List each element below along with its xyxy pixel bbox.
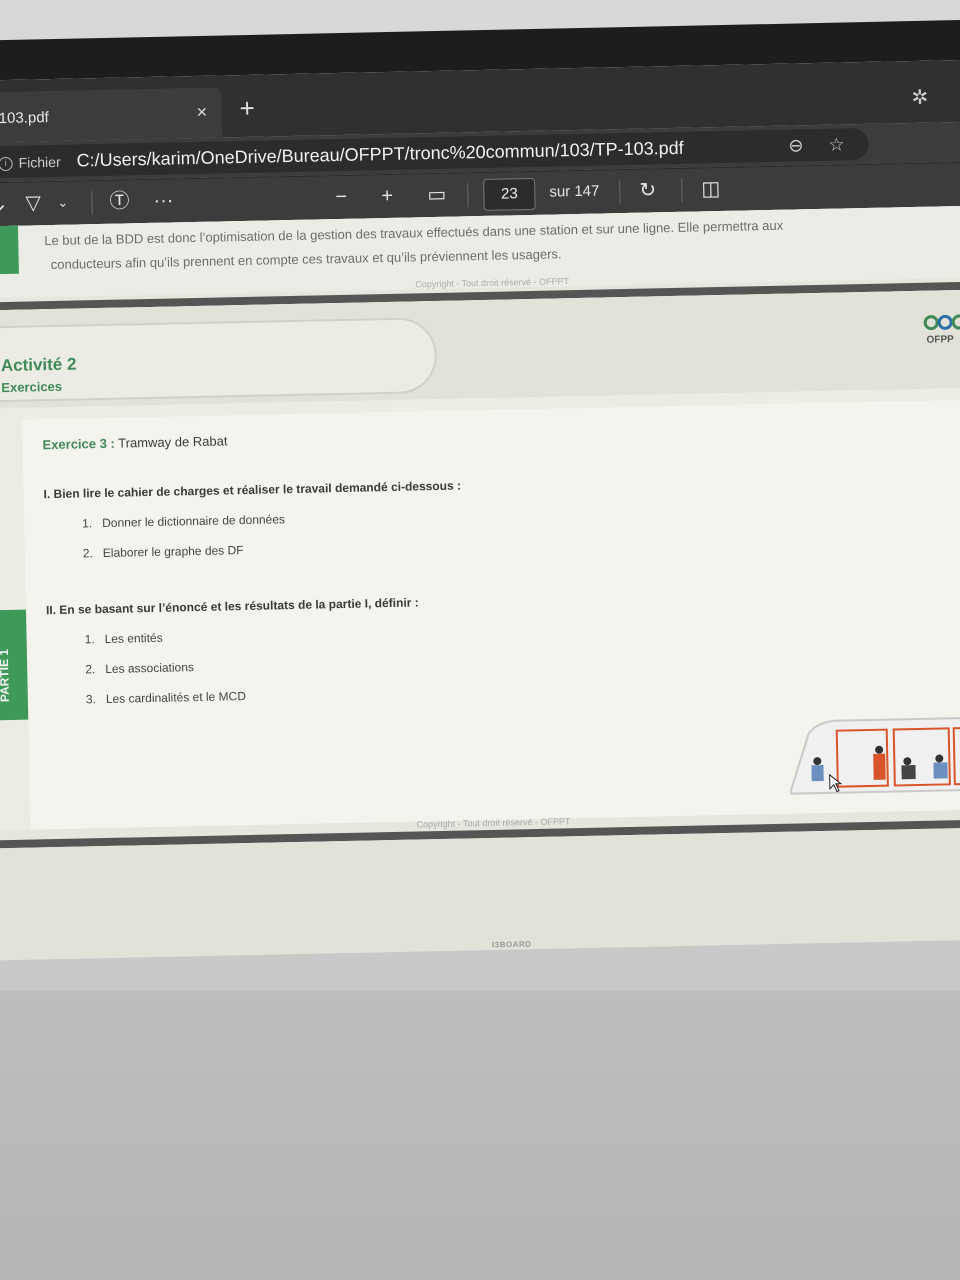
new-tab-button[interactable]: + bbox=[239, 93, 255, 123]
exercise-content: Exercice 3 : Tramway de Rabat I. Bien li… bbox=[22, 399, 960, 830]
list-item: 1. Les entités bbox=[84, 630, 163, 647]
toolbar-divider bbox=[681, 178, 683, 203]
url-text[interactable]: C:/Users/karim/OneDrive/Bureau/OFPPT/tro… bbox=[76, 138, 684, 172]
chevron-down-icon[interactable]: ⌄ bbox=[57, 192, 68, 214]
section-heading: II. En se basant sur l’énoncé et les rés… bbox=[45, 595, 419, 618]
text-tool-icon[interactable]: Ⓣ bbox=[109, 190, 129, 212]
section-heading: I. Bien lire le cahier de charges et réa… bbox=[43, 478, 462, 502]
exercise-title: Exercice 3 : Tramway de Rabat bbox=[42, 433, 227, 452]
side-tab: P bbox=[0, 225, 19, 275]
monitor-screen: -103.pdf × + ✲ i Fichier C:/Users/karim/… bbox=[0, 59, 960, 961]
list-item: 2. Les associations bbox=[85, 660, 195, 677]
more-options-button[interactable]: ··· bbox=[153, 189, 173, 211]
total-pages: sur 147 bbox=[549, 182, 600, 201]
list-item: 3. Les cardinalités et le MCD bbox=[85, 689, 247, 707]
zoom-out-icon[interactable]: ⊖ bbox=[788, 135, 804, 156]
tab-title: -103.pdf bbox=[0, 109, 49, 128]
highlight-icon[interactable]: ▽ bbox=[25, 192, 41, 214]
fit-page-icon[interactable]: ▭ bbox=[427, 184, 446, 206]
toolbar-divider bbox=[91, 191, 93, 216]
exercise-label: Exercice 3 : bbox=[42, 435, 115, 453]
monitor-brand-label: I3BOARD bbox=[491, 939, 532, 950]
side-tab: PARTIE 1 bbox=[0, 609, 29, 721]
activity-subtitle: Exercices bbox=[1, 378, 63, 396]
toolbar-divider bbox=[467, 183, 469, 208]
pdf-document-area[interactable]: Le but de la BDD est donc l’optimisation… bbox=[0, 205, 960, 961]
list-item: 1. Donner le dictionnaire de données bbox=[82, 512, 286, 531]
side-tab-label: P bbox=[0, 248, 3, 257]
zoom-out-button[interactable]: − bbox=[335, 186, 347, 208]
previous-page-line: conducteurs afin qu’ils prennent en comp… bbox=[50, 246, 562, 273]
zoom-in-button[interactable]: + bbox=[381, 185, 393, 207]
extensions-icon[interactable]: ✲ bbox=[911, 85, 928, 110]
tram-illustration bbox=[788, 715, 960, 795]
copyright-footer: Copyright - Tout droit réservé - OFPPT bbox=[415, 276, 570, 290]
list-item: 2. Elaborer le graphe des DF bbox=[82, 543, 244, 561]
wall-below-monitor bbox=[0, 990, 960, 1280]
page-number-input[interactable]: 23 bbox=[483, 177, 536, 211]
previous-page-line: Le but de la BDD est donc l’optimisation… bbox=[44, 217, 784, 249]
close-tab-icon[interactable]: × bbox=[196, 102, 207, 123]
side-tab-label: PARTIE 1 bbox=[0, 648, 12, 703]
toolbar-divider bbox=[619, 180, 621, 205]
page-header: Activité 2 Exercices OFPP bbox=[0, 289, 960, 409]
activity-title: Activité 2 bbox=[0, 354, 77, 376]
page-view-icon[interactable]: ◫ bbox=[701, 178, 720, 200]
activity-banner: Activité 2 Exercices bbox=[0, 316, 438, 403]
next-page bbox=[0, 827, 960, 961]
ofppt-logo-text: OFPP bbox=[926, 334, 954, 346]
browser-tab[interactable]: -103.pdf × bbox=[0, 87, 223, 143]
favorite-star-icon[interactable]: ☆ bbox=[828, 134, 845, 155]
rotate-icon[interactable]: ↻ bbox=[639, 179, 656, 201]
photo-background: -103.pdf × + ✲ i Fichier C:/Users/karim/… bbox=[0, 0, 960, 1280]
exercise-name: Tramway de Rabat bbox=[118, 433, 228, 451]
address-prefix: Fichier bbox=[18, 153, 61, 171]
chevron-down-icon[interactable]: ⌄ bbox=[0, 193, 8, 215]
info-icon[interactable]: i bbox=[0, 156, 13, 172]
current-page: Activité 2 Exercices OFPP Exercice 3 : T… bbox=[0, 289, 960, 831]
copyright-footer: Copyright - Tout droit réservé - OFPPT bbox=[416, 816, 571, 830]
